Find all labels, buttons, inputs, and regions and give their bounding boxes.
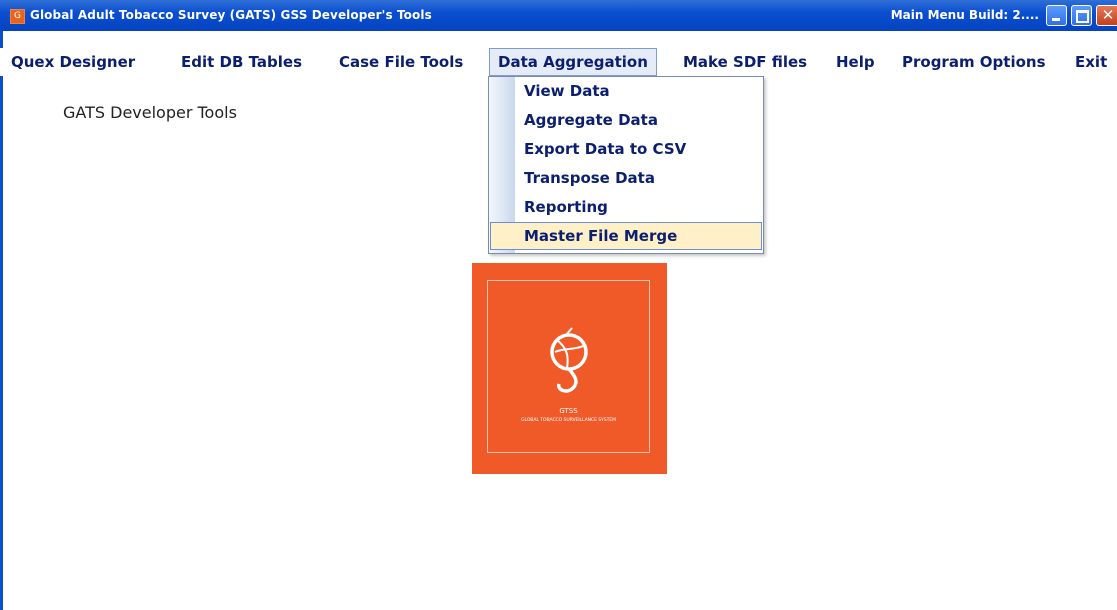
close-button[interactable]: ✕ <box>1096 5 1117 26</box>
menu-edit-db-tables[interactable]: Edit DB Tables <box>181 48 302 76</box>
data-aggregation-dropdown: View Data Aggregate Data Export Data to … <box>488 76 764 254</box>
dropdown-item-master-file-merge[interactable]: Master File Merge <box>524 227 677 245</box>
dropdown-item-view-data[interactable]: View Data <box>524 82 610 100</box>
dropdown-item-reporting[interactable]: Reporting <box>524 198 608 216</box>
title-bar[interactable]: G Global Adult Tobacco Survey (GATS) GSS… <box>0 0 1117 31</box>
dropdown-item-export-csv[interactable]: Export Data to CSV <box>524 140 686 158</box>
globe-icon <box>488 326 649 410</box>
build-label: Main Menu Build: 2.... <box>890 8 1039 22</box>
menu-program-options[interactable]: Program Options <box>902 48 1046 76</box>
menu-quex-designer[interactable]: Quex Designer <box>11 48 135 76</box>
logo-full-name: GLOBAL TOBACCO SURVEILLANCE SYSTEM <box>521 418 616 423</box>
menu-data-aggregation[interactable]: Data Aggregation <box>489 48 657 76</box>
menu-make-sdf-files[interactable]: Make SDF files <box>683 48 807 76</box>
maximize-button[interactable] <box>1071 5 1092 26</box>
menu-exit[interactable]: Exit <box>1075 48 1107 76</box>
window-left-border <box>0 31 3 610</box>
logo-acronym: GTSS <box>559 407 578 415</box>
app-icon[interactable]: G <box>10 9 25 24</box>
gtss-logo: GTSS GLOBAL TOBACCO SURVEILLANCE SYSTEM <box>472 263 667 474</box>
logo-frame: GTSS GLOBAL TOBACCO SURVEILLANCE SYSTEM <box>487 280 650 453</box>
window-title: Global Adult Tobacco Survey (GATS) GSS D… <box>30 8 432 22</box>
dropdown-item-transpose-data[interactable]: Transpose Data <box>524 169 655 187</box>
menu-bar: Quex Designer Edit DB Tables Case File T… <box>0 48 1117 76</box>
menu-help[interactable]: Help <box>836 48 875 76</box>
menu-case-file-tools[interactable]: Case File Tools <box>339 48 463 76</box>
dropdown-item-aggregate-data[interactable]: Aggregate Data <box>524 111 658 129</box>
page-title: GATS Developer Tools <box>63 103 237 122</box>
minimize-button[interactable] <box>1046 5 1067 26</box>
